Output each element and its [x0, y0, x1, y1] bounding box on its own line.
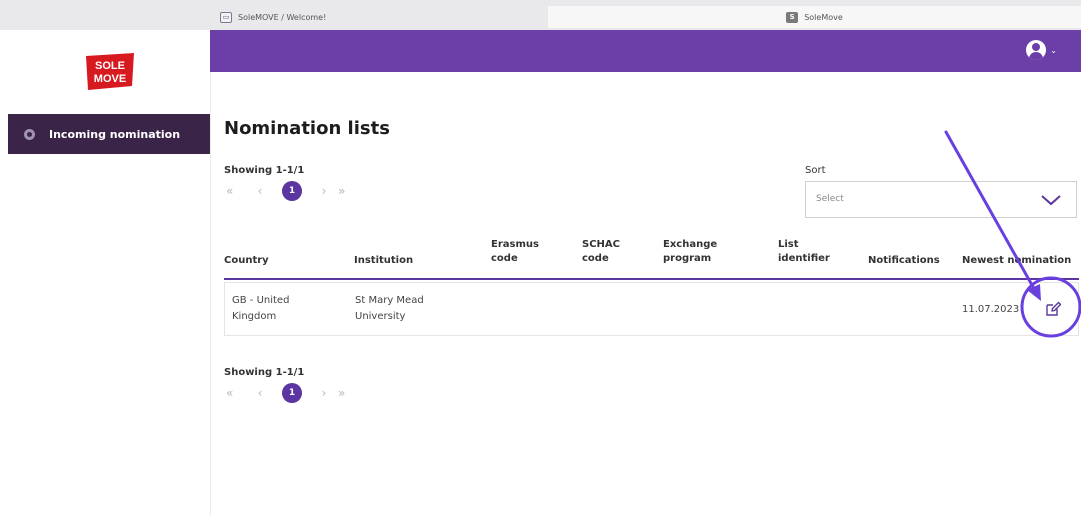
solemove-logo[interactable]: SOLE MOVE: [84, 52, 136, 92]
col-header-institution[interactable]: Institution: [354, 254, 413, 268]
user-menu-button[interactable]: ⌄: [1026, 40, 1057, 60]
page-icon: ▭: [220, 11, 232, 23]
sort-select[interactable]: Select: [805, 181, 1077, 218]
col-header-newest-nomination[interactable]: Newest nomination: [962, 254, 1071, 268]
header-line: code: [582, 253, 609, 264]
page-title: Nomination lists: [224, 118, 390, 139]
next-page-button[interactable]: ›: [310, 386, 338, 400]
header-line: Exchange: [663, 239, 718, 250]
edit-icon[interactable]: [1044, 300, 1062, 318]
logo-text-sole: SOLE: [95, 60, 125, 72]
browser-tab-bar: ▭ SoleMOVE / Welcome! S SoleMove: [0, 0, 1081, 30]
header-line: identifier: [778, 253, 830, 264]
sidebar-item-label: Incoming nomination: [49, 127, 181, 141]
solemove-favicon-icon: S: [786, 11, 799, 23]
showing-count-bottom: Showing 1-1/1: [224, 367, 305, 378]
pagination-top: « ‹ 1 › »: [226, 181, 358, 201]
col-header-erasmus-code[interactable]: Erasmus code: [491, 238, 539, 266]
header-line: program: [663, 253, 712, 264]
next-page-button[interactable]: ›: [310, 184, 338, 198]
col-header-notifications[interactable]: Notifications: [868, 254, 940, 268]
sidebar-item-incoming-nomination[interactable]: Incoming nomination: [8, 114, 210, 154]
header-line: List: [778, 239, 799, 250]
col-header-list-identifier[interactable]: List identifier: [778, 238, 830, 266]
first-page-button[interactable]: «: [226, 184, 246, 198]
browser-tab-label: SoleMove: [804, 12, 843, 22]
chevron-down-icon: ⌄: [1050, 45, 1057, 55]
showing-count-top: Showing 1-1/1: [224, 165, 305, 176]
browser-tab-label: SoleMOVE / Welcome!: [238, 12, 327, 22]
sort-placeholder: Select: [816, 194, 844, 204]
browser-tab-solemove[interactable]: S SoleMove: [548, 6, 1081, 28]
header-line: SCHAC: [582, 239, 620, 250]
cell-line: University: [355, 311, 406, 322]
logo-text-move: MOVE: [94, 73, 126, 85]
table-header-divider: [224, 278, 1079, 280]
cell-institution: St Mary Mead University: [355, 293, 424, 325]
chevron-down-icon: [1041, 195, 1061, 206]
cell-line: Kingdom: [232, 311, 277, 322]
col-header-schac-code[interactable]: SCHAC code: [582, 238, 620, 266]
current-page-button[interactable]: 1: [282, 383, 302, 403]
last-page-button[interactable]: »: [338, 386, 358, 400]
browser-tab-welcome[interactable]: ▭ SoleMOVE / Welcome!: [210, 6, 558, 28]
cell-line: GB - United: [232, 295, 290, 306]
table-row[interactable]: [224, 282, 1079, 336]
cell-newest-nomination: 11.07.2023: [962, 304, 1020, 315]
pagination-bottom: « ‹ 1 › »: [226, 383, 358, 403]
nomination-icon: [24, 128, 35, 140]
col-header-country[interactable]: Country: [224, 254, 269, 268]
user-avatar-icon: [1026, 40, 1047, 60]
header-line: Erasmus: [491, 239, 539, 250]
prev-page-button[interactable]: ‹: [246, 386, 274, 400]
sort-label: Sort: [805, 165, 826, 176]
cell-country: GB - United Kingdom: [232, 293, 289, 325]
header-line: code: [491, 253, 518, 264]
col-header-exchange-program[interactable]: Exchange program: [663, 238, 717, 266]
prev-page-button[interactable]: ‹: [246, 184, 274, 198]
cell-line: St Mary Mead: [355, 295, 424, 306]
sidebar: SOLE MOVE Incoming nomination: [8, 30, 211, 516]
top-header: ⌄: [210, 30, 1081, 72]
last-page-button[interactable]: »: [338, 184, 358, 198]
first-page-button[interactable]: «: [226, 386, 246, 400]
current-page-button[interactable]: 1: [282, 181, 302, 201]
